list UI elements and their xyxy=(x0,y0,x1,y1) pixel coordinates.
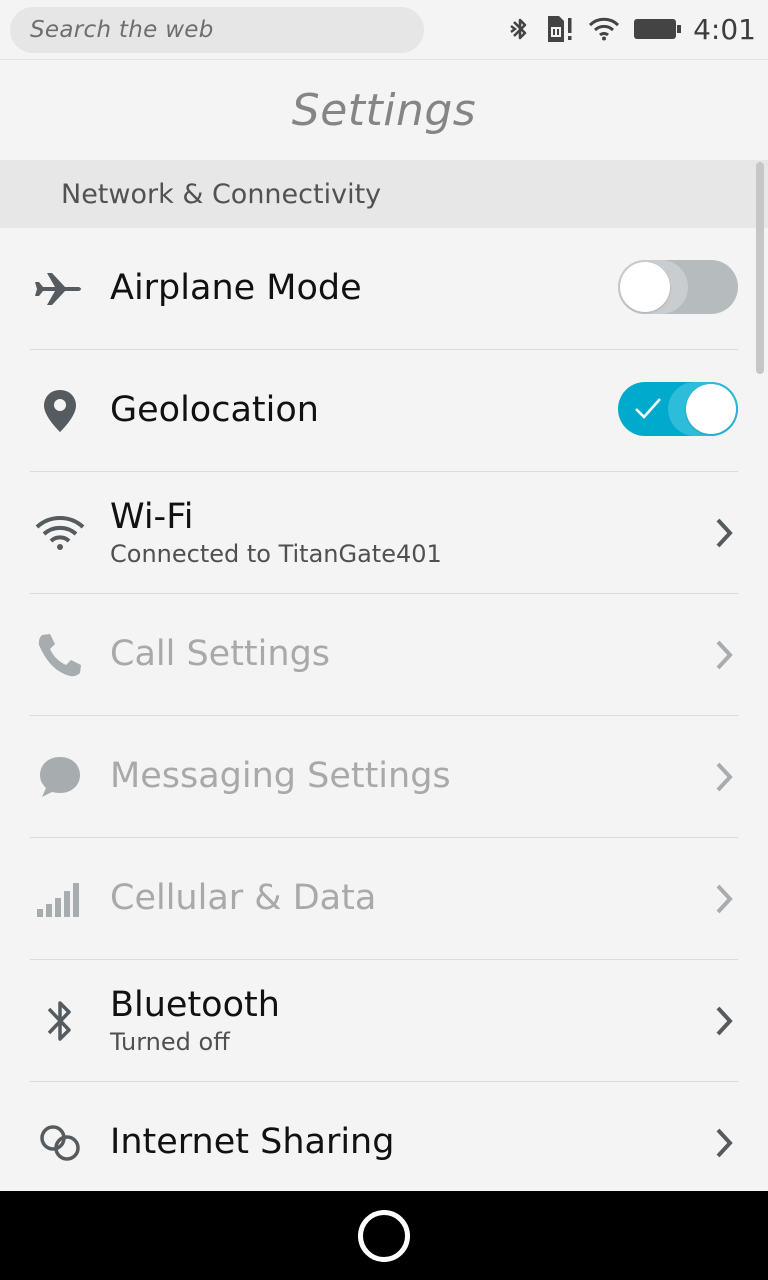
internet-sharing-label: Internet Sharing xyxy=(110,1122,395,1163)
status-bar: Search the web 4:01 xyxy=(0,0,768,60)
chevron-right-icon xyxy=(714,472,734,593)
geolocation-toggle[interactable] xyxy=(618,382,738,436)
wifi-status-icon xyxy=(589,17,620,41)
wifi-icon xyxy=(30,472,90,593)
section-title: Network & Connectivity xyxy=(61,178,382,210)
chevron-right-icon xyxy=(714,960,734,1081)
bluetooth-status: Turned off xyxy=(110,1027,230,1056)
cellular-data-label: Cellular & Data xyxy=(110,878,377,919)
search-bar[interactable]: Search the web xyxy=(10,7,424,53)
header: Settings xyxy=(0,60,768,160)
wifi-row[interactable]: Wi-Fi Connected to TitanGate401 xyxy=(30,472,738,594)
airplane-mode-label: Airplane Mode xyxy=(110,268,362,309)
internet-sharing-icon xyxy=(30,1082,90,1203)
search-placeholder: Search the web xyxy=(30,17,214,43)
chevron-right-icon xyxy=(714,594,734,715)
messaging-settings-row[interactable]: Messaging Settings xyxy=(30,716,738,838)
bluetooth-icon xyxy=(509,14,531,44)
chat-bubble-icon xyxy=(30,716,90,837)
chevron-right-icon xyxy=(714,838,734,959)
location-pin-icon xyxy=(30,350,90,471)
airplane-icon xyxy=(30,228,90,349)
wifi-label: Wi-Fi xyxy=(110,497,194,538)
geolocation-label: Geolocation xyxy=(110,390,319,431)
battery-icon xyxy=(633,17,683,41)
home-button[interactable] xyxy=(358,1209,410,1262)
signal-bars-icon xyxy=(30,838,90,959)
chevron-right-icon xyxy=(714,1082,734,1203)
status-icons: 4:01 xyxy=(509,0,756,58)
checkmark-icon xyxy=(635,398,661,419)
airplane-mode-row[interactable]: Airplane Mode xyxy=(30,228,738,350)
wifi-status: Connected to TitanGate401 xyxy=(110,539,442,568)
bluetooth-row[interactable]: Bluetooth Turned off xyxy=(30,960,738,1082)
page-title: Settings xyxy=(291,84,477,136)
clock: 4:01 xyxy=(693,12,756,46)
messaging-settings-label: Messaging Settings xyxy=(110,756,451,797)
bluetooth-label: Bluetooth xyxy=(110,985,280,1026)
sim-alert-icon xyxy=(545,14,575,44)
airplane-mode-toggle[interactable] xyxy=(618,260,738,314)
internet-sharing-row[interactable]: Internet Sharing xyxy=(30,1082,738,1203)
section-header: Network & Connectivity xyxy=(0,160,768,228)
bluetooth-icon xyxy=(30,960,90,1081)
chevron-right-icon xyxy=(714,716,734,837)
call-settings-label: Call Settings xyxy=(110,634,331,675)
cellular-data-row[interactable]: Cellular & Data xyxy=(30,838,738,960)
call-settings-row[interactable]: Call Settings xyxy=(30,594,738,716)
geolocation-row[interactable]: Geolocation xyxy=(30,350,738,472)
bottom-nav-bar xyxy=(0,1191,768,1280)
settings-list: Airplane Mode Geolocation Wi-Fi Connecte… xyxy=(0,228,768,1203)
phone-icon xyxy=(30,594,90,715)
